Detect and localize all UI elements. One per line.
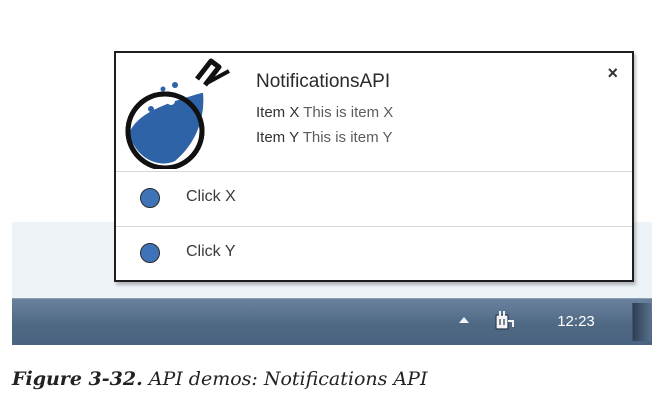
figure-caption: Figure 3-32. API demos: Notifications AP… [12, 368, 427, 390]
item-message: This is item Y [302, 129, 393, 146]
item-title: Item Y [256, 129, 299, 146]
caption-text: API demos: Notifications API [148, 368, 428, 390]
system-clock[interactable]: 12:23 [549, 313, 603, 330]
circle-icon [140, 243, 160, 263]
close-icon[interactable]: × [607, 64, 618, 82]
chevron-up-icon[interactable] [459, 317, 469, 323]
item-message: This is item X [303, 104, 394, 121]
action-button-click-x[interactable]: Click X [116, 172, 632, 226]
action-label: Click X [186, 188, 236, 205]
taskbar: 12:23 [12, 298, 652, 345]
action-label: Click Y [186, 243, 236, 260]
screen: × NotificationsAPI Item X This is item X… [0, 0, 670, 405]
action-button-click-y[interactable]: Click Y [116, 227, 632, 281]
circle-icon [140, 188, 160, 208]
show-desktop-button[interactable] [632, 303, 651, 341]
figure-number: Figure 3-32. [12, 368, 143, 390]
power-plug-icon[interactable] [492, 309, 516, 333]
notification-popup[interactable]: × NotificationsAPI Item X This is item X… [114, 51, 634, 282]
notification-item-y: Item Y This is item Y [256, 129, 392, 146]
item-title: Item X [256, 104, 300, 121]
flask-icon [125, 58, 230, 169]
notification-title: NotificationsAPI [256, 71, 391, 92]
notification-item-x: Item X This is item X [256, 104, 393, 121]
